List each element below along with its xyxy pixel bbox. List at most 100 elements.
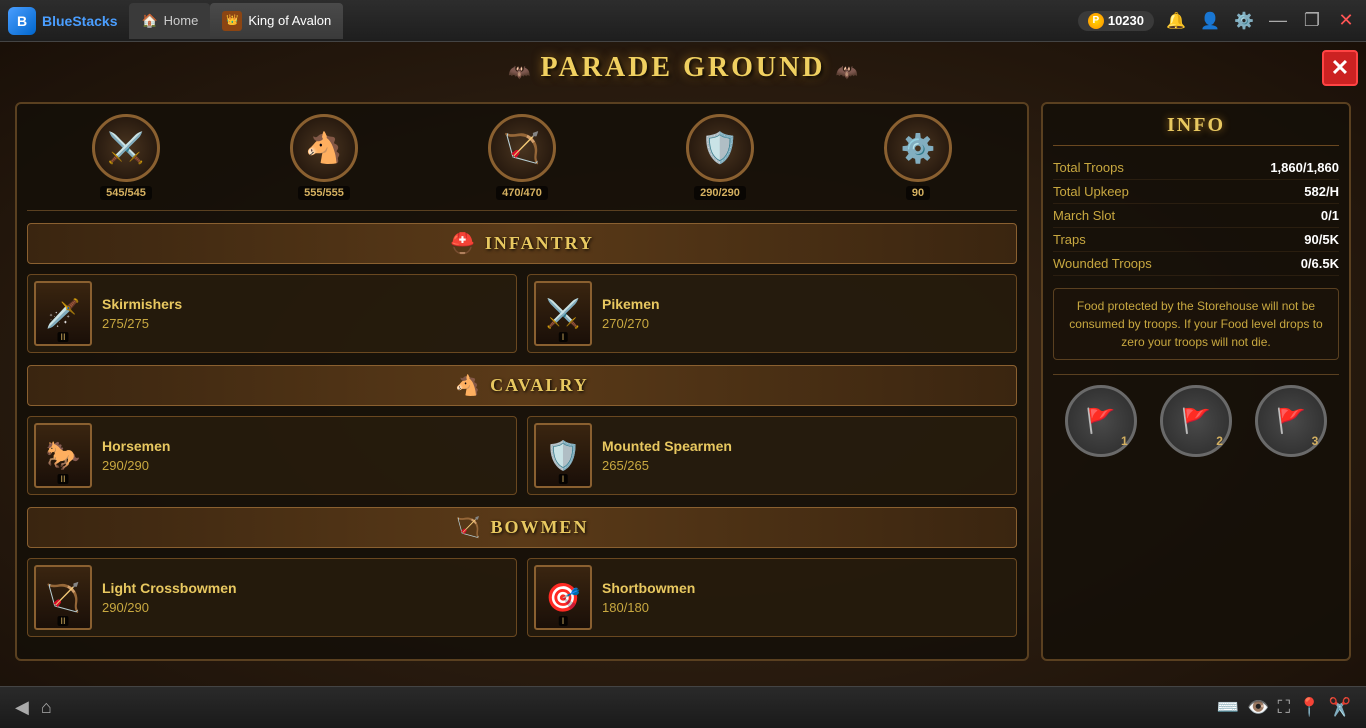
- flag-num-1: 1: [1121, 434, 1128, 448]
- home-icon: 🏠: [141, 13, 157, 29]
- pikemen-card[interactable]: ⚔️ I Pikemen 270/270: [527, 274, 1017, 353]
- unit-icons-row: ⚔️ 545/545 🐴 555/555 🏹 47: [27, 114, 1017, 211]
- title-area: 🦇 PARADE GROUND 🦇: [15, 52, 1351, 92]
- infantry-header: ⛑️ INFANTRY: [27, 223, 1017, 264]
- close-parade-button[interactable]: ✕: [1322, 50, 1358, 86]
- traps-value: 90/5K: [1304, 232, 1339, 247]
- bat-left-icon: 🦇: [508, 62, 530, 83]
- pikemen-name: Pikemen: [602, 296, 660, 312]
- total-troops-row: Total Troops 1,860/1,860: [1053, 156, 1339, 180]
- maximize-button[interactable]: ❐: [1300, 9, 1324, 33]
- flag-icon-1: 🚩: [1086, 407, 1116, 436]
- settings-icon[interactable]: ⚙️: [1232, 9, 1256, 33]
- march-slot-row: March Slot 0/1: [1053, 204, 1339, 228]
- horsemen-name: Horsemen: [102, 438, 170, 454]
- skirmishers-tier: II: [57, 332, 68, 342]
- bowmen-troop-row: 🏹 II Light Crossbowmen 290/290 🎯 I: [27, 558, 1017, 637]
- bat-right-icon: 🦇: [836, 62, 858, 83]
- horsemen-portrait: 🐎 II: [34, 423, 92, 488]
- bowmen-header: 🏹 BOWMEN: [27, 507, 1017, 548]
- info-title: INFO: [1053, 114, 1339, 146]
- pikemen-tier: I: [559, 332, 568, 342]
- notification-bell[interactable]: 🔔: [1164, 9, 1188, 33]
- unit-count-siege: 290/290: [694, 186, 746, 200]
- total-upkeep-row: Total Upkeep 582/H: [1053, 180, 1339, 204]
- cavalry-icon: 🐴: [455, 373, 480, 398]
- unit-circle-cavalry: 🐴: [290, 114, 358, 182]
- skirmishers-info: Skirmishers 275/275: [102, 296, 182, 331]
- mounted-spearmen-portrait: 🛡️ I: [534, 423, 592, 488]
- home-tab[interactable]: 🏠 Home: [129, 3, 210, 39]
- unit-circle-infantry: ⚔️: [92, 114, 160, 182]
- light-crossbowmen-portrait: 🏹 II: [34, 565, 92, 630]
- skirmishers-name: Skirmishers: [102, 296, 182, 312]
- shortbowmen-name: Shortbowmen: [602, 580, 695, 596]
- infantry-icon: ⛑️: [450, 231, 475, 256]
- skirmishers-portrait: 🗡️ II: [34, 281, 92, 346]
- wounded-troops-value: 0/6.5K: [1301, 256, 1339, 271]
- info-panel: INFO Total Troops 1,860/1,860 Total Upke…: [1041, 102, 1351, 661]
- shortbowmen-count: 180/180: [602, 600, 695, 615]
- light-crossbowmen-tier: II: [57, 616, 68, 626]
- flag-button-2[interactable]: 🚩 2: [1160, 385, 1232, 457]
- cavalry-header: 🐴 CAVALRY: [27, 365, 1017, 406]
- light-crossbowmen-name: Light Crossbowmen: [102, 580, 237, 596]
- game-tab-label: King of Avalon: [248, 13, 331, 28]
- shortbowmen-info: Shortbowmen 180/180: [602, 580, 695, 615]
- flag-icon-3: 🚩: [1276, 407, 1306, 436]
- skirmishers-card[interactable]: 🗡️ II Skirmishers 275/275: [27, 274, 517, 353]
- coins-display: P 10230: [1078, 11, 1154, 31]
- horsemen-card[interactable]: 🐎 II Horsemen 290/290: [27, 416, 517, 495]
- game-area: ✕ 🦇 PARADE GROUND 🦇 ⚔️ 545/545: [0, 42, 1366, 728]
- taskbar-right: P 10230 🔔 👤 ⚙️ — ❐ ✕: [1078, 9, 1358, 33]
- skirmishers-count: 275/275: [102, 316, 182, 331]
- light-crossbowmen-card[interactable]: 🏹 II Light Crossbowmen 290/290: [27, 558, 517, 637]
- pikemen-portrait: ⚔️ I: [534, 281, 592, 346]
- total-troops-value: 1,860/1,860: [1270, 160, 1339, 175]
- traps-label: Traps: [1053, 232, 1086, 247]
- taskbar: B BlueStacks 🏠 Home 👑 King of Avalon P 1…: [0, 0, 1366, 42]
- horsemen-count: 290/290: [102, 458, 170, 473]
- bowmen-icon: 🏹: [456, 515, 481, 540]
- profile-icon[interactable]: 👤: [1198, 9, 1222, 33]
- horsemen-tier: II: [57, 474, 68, 484]
- wounded-troops-row: Wounded Troops 0/6.5K: [1053, 252, 1339, 276]
- app-logo: B BlueStacks: [8, 7, 117, 35]
- horsemen-info: Horsemen 290/290: [102, 438, 170, 473]
- home-tab-label: Home: [164, 13, 199, 28]
- march-slot-value: 0/1: [1321, 208, 1339, 223]
- mounted-spearmen-card[interactable]: 🛡️ I Mounted Spearmen 265/265: [527, 416, 1017, 495]
- coins-amount: 10230: [1108, 13, 1144, 28]
- bluestacks-icon: B: [8, 7, 36, 35]
- light-crossbowmen-info: Light Crossbowmen 290/290: [102, 580, 237, 615]
- flag-button-3[interactable]: 🚩 3: [1255, 385, 1327, 457]
- pikemen-count: 270/270: [602, 316, 660, 331]
- unit-count-bowmen: 470/470: [496, 186, 548, 200]
- march-slot-label: March Slot: [1053, 208, 1115, 223]
- infantry-title: INFANTRY: [485, 233, 594, 254]
- game-tab-icon: 👑: [222, 11, 242, 31]
- unit-icon-bowmen[interactable]: 🏹 470/470: [488, 114, 556, 200]
- cavalry-troop-row: 🐎 II Horsemen 290/290 🛡️ I: [27, 416, 1017, 495]
- unit-icon-traps[interactable]: ⚙️ 90: [884, 114, 952, 200]
- bowmen-title: BOWMEN: [490, 517, 588, 538]
- close-window-button[interactable]: ✕: [1334, 9, 1358, 33]
- pikemen-info: Pikemen 270/270: [602, 296, 660, 331]
- flag-button-1[interactable]: 🚩 1: [1065, 385, 1137, 457]
- shortbowmen-card[interactable]: 🎯 I Shortbowmen 180/180: [527, 558, 1017, 637]
- mounted-spearmen-name: Mounted Spearmen: [602, 438, 732, 454]
- unit-icon-infantry[interactable]: ⚔️ 545/545: [92, 114, 160, 200]
- coin-icon: P: [1088, 13, 1104, 29]
- light-crossbowmen-count: 290/290: [102, 600, 237, 615]
- left-panel: ⚔️ 545/545 🐴 555/555 🏹 47: [15, 102, 1029, 661]
- mounted-spearmen-info: Mounted Spearmen 265/265: [602, 438, 732, 473]
- unit-icon-siege[interactable]: 🛡️ 290/290: [686, 114, 754, 200]
- mounted-spearmen-count: 265/265: [602, 458, 732, 473]
- unit-count-traps: 90: [906, 186, 930, 200]
- unit-circle-siege: 🛡️: [686, 114, 754, 182]
- unit-count-infantry: 545/545: [100, 186, 152, 200]
- game-tab[interactable]: 👑 King of Avalon: [210, 3, 343, 39]
- minimize-button[interactable]: —: [1266, 9, 1290, 33]
- unit-icon-cavalry[interactable]: 🐴 555/555: [290, 114, 358, 200]
- parade-title: PARADE GROUND: [540, 52, 825, 84]
